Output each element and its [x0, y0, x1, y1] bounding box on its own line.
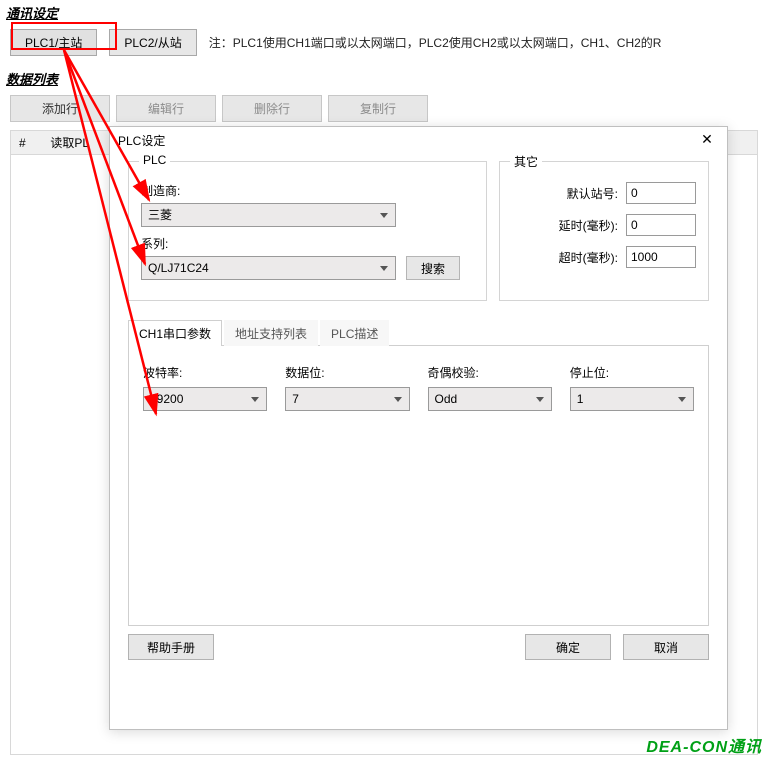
serial-panel: 波特率: 19200 数据位: 7 — [128, 346, 709, 626]
fieldset-other: 其它 默认站号: 延时(毫秒): 超时(毫秒): — [499, 161, 709, 301]
label-timeout: 超时(毫秒): — [559, 249, 618, 266]
select-baud[interactable]: 19200 — [143, 387, 267, 411]
input-timeout[interactable] — [626, 246, 696, 268]
label-stopbits: 停止位: — [570, 364, 694, 381]
dialog-title: PLC设定 — [118, 132, 165, 149]
select-manufacturer[interactable]: 三菱 — [141, 203, 396, 227]
close-icon[interactable]: ✕ — [693, 130, 721, 150]
dialog-titlebar: PLC设定 ✕ — [110, 127, 727, 153]
watermark: DEA-CON通讯 — [646, 733, 762, 757]
label-series: 系列: — [141, 235, 201, 252]
label-delay: 延时(毫秒): — [559, 217, 618, 234]
btn-copy-row[interactable]: 复制行 — [328, 95, 428, 122]
select-stopbits[interactable]: 1 — [570, 387, 694, 411]
tab-plc-desc[interactable]: PLC描述 — [320, 320, 389, 346]
sub-tabs: CH1串口参数 地址支持列表 PLC描述 波特率: 19200 — [128, 319, 709, 626]
label-baud: 波特率: — [143, 364, 267, 381]
legend-other: 其它 — [510, 153, 542, 170]
fieldset-plc: PLC 制造商: 三菱 系列: Q — [128, 161, 487, 301]
btn-cancel[interactable]: 取消 — [623, 634, 709, 660]
section-data-list: 数据列表 — [0, 66, 768, 91]
col-read: 读取PL — [50, 134, 89, 151]
btn-add-row[interactable]: 添加行 — [10, 95, 110, 122]
section-comm-settings: 通讯设定 — [0, 0, 768, 25]
tab-plc2[interactable]: PLC2/从站 — [109, 29, 196, 56]
select-databits[interactable]: 7 — [285, 387, 409, 411]
input-delay[interactable] — [626, 214, 696, 236]
tab-strip-plc: PLC1/主站 PLC2/从站 注：PLC1使用CH1端口或以太网端口，PLC2… — [0, 25, 768, 66]
label-parity: 奇偶校验: — [428, 364, 552, 381]
tab-note: 注：PLC1使用CH1端口或以太网端口，PLC2使用CH2或以太网端口，CH1、… — [209, 34, 662, 51]
col-number: # — [17, 136, 47, 150]
select-series[interactable]: Q/LJ71C24 — [141, 256, 396, 280]
btn-del-row[interactable]: 删除行 — [222, 95, 322, 122]
input-default-station[interactable] — [626, 182, 696, 204]
btn-search[interactable]: 搜索 — [406, 256, 460, 280]
legend-plc: PLC — [139, 153, 170, 167]
label-default-station: 默认站号: — [567, 185, 618, 202]
tab-addr-list[interactable]: 地址支持列表 — [224, 320, 318, 346]
tab-serial-params[interactable]: CH1串口参数 — [128, 320, 222, 346]
select-parity[interactable]: Odd — [428, 387, 552, 411]
btn-ok[interactable]: 确定 — [525, 634, 611, 660]
toolbar: 添加行 编辑行 删除行 复制行 — [0, 91, 768, 126]
label-databits: 数据位: — [285, 364, 409, 381]
plc-settings-dialog: PLC设定 ✕ PLC 制造商: 三菱 系列: — [109, 126, 728, 730]
btn-help[interactable]: 帮助手册 — [128, 634, 214, 660]
tab-plc1[interactable]: PLC1/主站 — [10, 29, 97, 56]
btn-edit-row[interactable]: 编辑行 — [116, 95, 216, 122]
label-manufacturer: 制造商: — [141, 182, 201, 199]
